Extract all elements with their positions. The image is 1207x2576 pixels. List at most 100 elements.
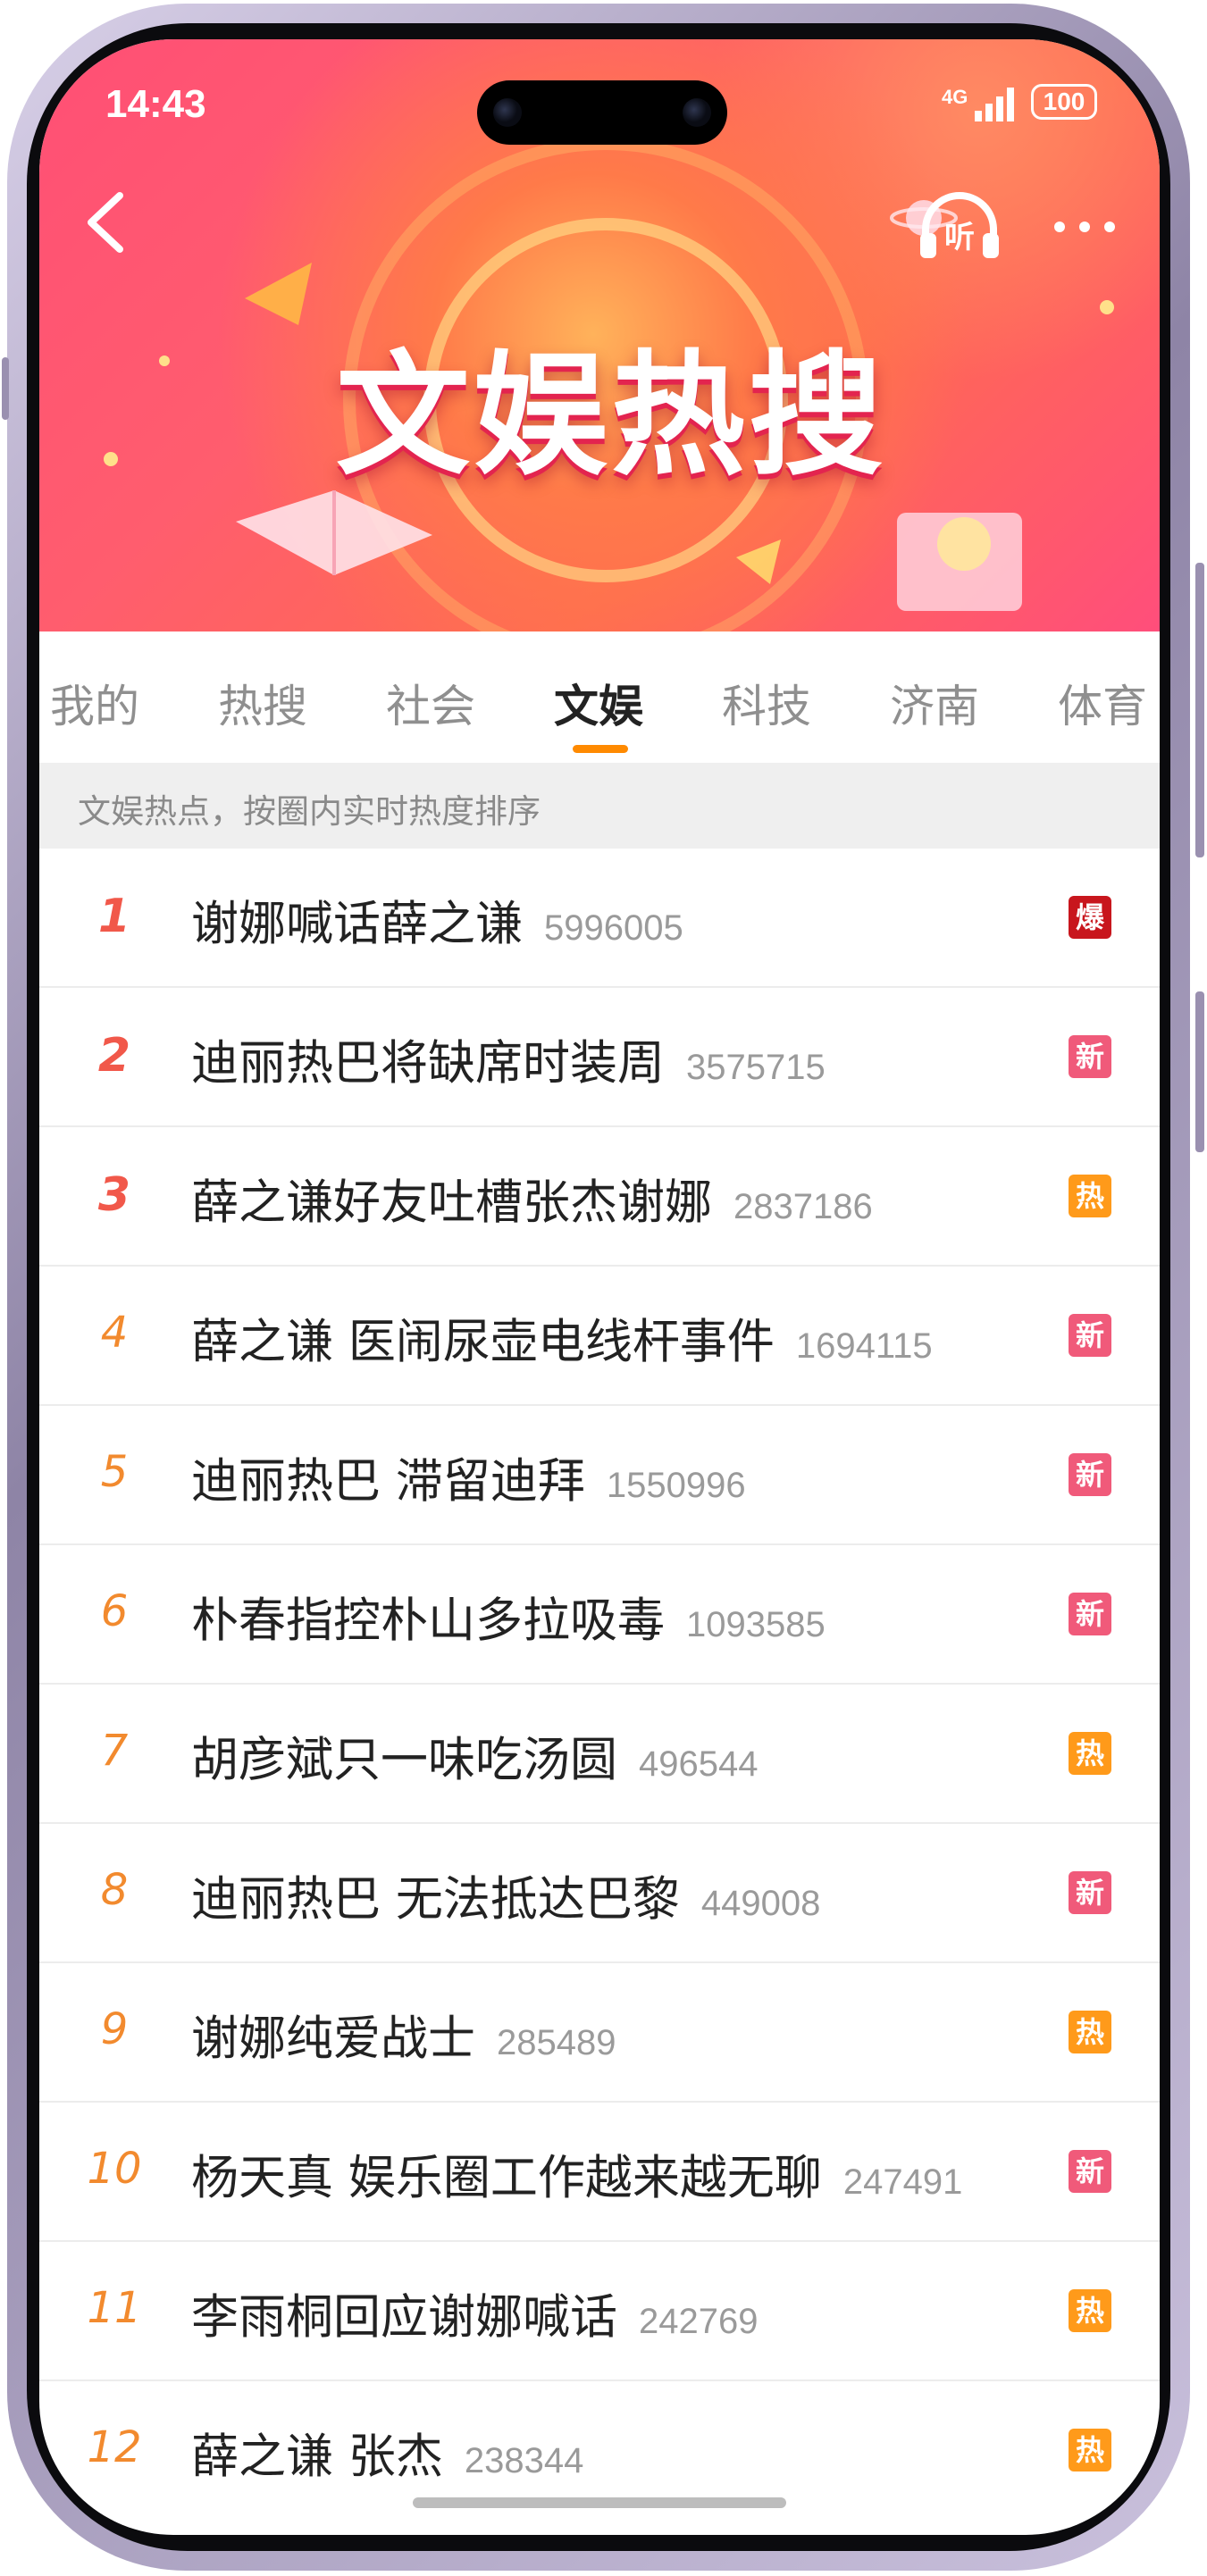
trending-badge: 热 [1069,2011,1111,2053]
rank-number: 9 [100,2004,129,2054]
item-title: 薛之谦好友吐槽张杰谢娜 2837186 [191,1165,873,1233]
item-title: 胡彦斌只一味吃汤圆 496544 [191,1722,758,1790]
item-title-text: 胡彦斌只一味吃汤圆 [191,1733,617,1787]
item-title: 薛之谦 张杰 238344 [191,2419,583,2487]
heat-count: 242769 [639,2302,759,2341]
tab-tech[interactable]: 科技 [722,671,811,735]
item-title: 朴春指控朴山多拉吸毒 1093585 [191,1583,826,1651]
new-badge: 新 [1069,1314,1111,1357]
tab-entertainment[interactable]: 文娱 [554,671,643,735]
list-item[interactable]: 7 胡彦斌只一味吃汤圆 496544 热 [39,1685,1160,1824]
heat-count: 1694115 [795,1326,933,1366]
rank-number: 1 [97,890,131,943]
trending-badge: 热 [1069,2429,1111,2471]
heat-count: 2837186 [733,1187,873,1226]
item-title-text: 薛之谦好友吐槽张杰谢娜 [191,1175,712,1230]
item-title-text: 谢娜纯爱战士 [191,2011,475,2066]
more-icon [1054,222,1115,232]
trending-badge: 热 [1069,2289,1111,2332]
item-title-text: 杨天真 娱乐圈工作越来越无聊 [191,2151,822,2205]
hot-badge: 爆 [1069,896,1111,939]
list-item[interactable]: 8 迪丽热巴 无法抵达巴黎 449008 新 [39,1824,1160,1963]
svg-text:听: 听 [944,220,975,255]
dynamic-island [477,80,727,145]
rank-number: 10 [87,2144,142,2194]
item-title-text: 李雨桐回应谢娜喊话 [191,2290,617,2345]
item-title-text: 薛之谦 医闹尿壶电线杆事件 [191,1315,775,1369]
heat-count: 5996005 [544,908,683,948]
heat-count: 238344 [464,2441,584,2480]
list-item[interactable]: 11 李雨桐回应谢娜喊话 242769 热 [39,2242,1160,2381]
list-item[interactable]: 9 谢娜纯爱战士 285489 热 [39,1963,1160,2103]
battery-indicator: 100 [1031,84,1097,120]
item-title: 薛之谦 医闹尿壶电线杆事件 1694115 [191,1304,933,1372]
list-item[interactable]: 1 谢娜喊话薛之谦 5996005 爆 [39,849,1160,988]
rank-number: 2 [97,1029,131,1083]
rank-number: 7 [100,1726,129,1776]
list-description-bar: 文娱热点，按圈内实时热度排序 [39,763,1160,849]
item-title: 迪丽热巴 滞留迪拜 1550996 [191,1443,746,1511]
rank-number: 12 [87,2422,142,2472]
listen-button[interactable]: 听 [915,187,1004,267]
tab-hot-search[interactable]: 热搜 [218,671,307,735]
item-title-text: 薛之谦 张杰 [191,2430,443,2484]
more-button[interactable] [1049,209,1120,245]
heat-count: 496544 [639,1744,759,1784]
banner-title: 文娱热搜 [335,339,886,494]
list-item[interactable]: 4 薛之谦 医闹尿壶电线杆事件 1694115 新 [39,1267,1160,1406]
network-type: 4G [942,86,968,108]
new-badge: 新 [1069,1035,1111,1078]
item-title: 迪丽热巴将缺席时装周 3575715 [191,1025,826,1093]
screen: 文娱热搜 14:43 4G 100 听 我的 热搜 社会 文娱 科技 济南 体育… [39,39,1160,2535]
item-title-text: 谢娜喊话薛之谦 [191,897,523,951]
heat-count: 247491 [842,2162,963,2202]
tab-sports[interactable]: 体育 [1058,671,1147,735]
heat-count: 449008 [700,1884,821,1923]
chevron-left-icon [88,192,123,253]
banner: 文娱热搜 14:43 4G 100 听 [39,39,1160,663]
tab-jinan[interactable]: 济南 [890,671,979,735]
item-title: 杨天真 娱乐圈工作越来越无聊 247491 [191,2140,962,2208]
list-description: 文娱热点，按圈内实时热度排序 [78,792,541,831]
phone-frame: 文娱热搜 14:43 4G 100 听 我的 热搜 社会 文娱 科技 济南 体育… [0,0,1207,2576]
rank-number: 4 [100,1308,129,1358]
side-button-left [2,357,9,420]
trending-badge: 热 [1069,1175,1111,1217]
tab-society[interactable]: 社会 [386,671,475,735]
new-badge: 新 [1069,1453,1111,1496]
heat-count: 3575715 [686,1048,826,1087]
rank-number: 6 [100,1586,129,1636]
list-item[interactable]: 3 薛之谦好友吐槽张杰谢娜 2837186 热 [39,1127,1160,1267]
item-title: 迪丽热巴 无法抵达巴黎 449008 [191,1861,820,1929]
rank-number: 11 [87,2283,142,2333]
item-title-text: 朴春指控朴山多拉吸毒 [191,1593,665,1648]
item-title-text: 迪丽热巴将缺席时装周 [191,1036,665,1091]
tab-mine[interactable]: 我的 [50,671,139,735]
status-time: 14:43 [105,82,206,126]
list-item[interactable]: 5 迪丽热巴 滞留迪拜 1550996 新 [39,1406,1160,1545]
item-title-text: 迪丽热巴 滞留迪拜 [191,1454,585,1509]
list-item[interactable]: 10 杨天真 娱乐圈工作越来越无聊 247491 新 [39,2103,1160,2242]
rank-number: 5 [100,1447,129,1497]
item-title: 谢娜纯爱战士 285489 [191,2001,616,2069]
signal-icon [975,88,1014,121]
new-badge: 新 [1069,1871,1111,1914]
list-item[interactable]: 6 朴春指控朴山多拉吸毒 1093585 新 [39,1545,1160,1685]
list-item[interactable]: 2 迪丽热巴将缺席时装周 3575715 新 [39,988,1160,1127]
side-button-upper [1195,563,1204,857]
new-badge: 新 [1069,2150,1111,2193]
trending-badge: 热 [1069,1732,1111,1775]
item-title: 谢娜喊话薛之谦 5996005 [191,886,683,954]
camera-icon [683,98,711,127]
side-button-lower [1195,991,1204,1152]
headphones-icon: 听 [920,192,999,258]
rank-number: 8 [100,1865,129,1915]
active-tab-indicator [573,745,628,753]
back-button[interactable] [75,182,138,263]
item-title-text: 迪丽热巴 无法抵达巴黎 [191,1872,680,1927]
rank-number: 3 [97,1168,131,1222]
heat-count: 1550996 [606,1466,746,1505]
home-indicator[interactable] [413,2497,786,2508]
item-title: 李雨桐回应谢娜喊话 242769 [191,2279,758,2347]
heat-count: 1093585 [686,1605,826,1644]
